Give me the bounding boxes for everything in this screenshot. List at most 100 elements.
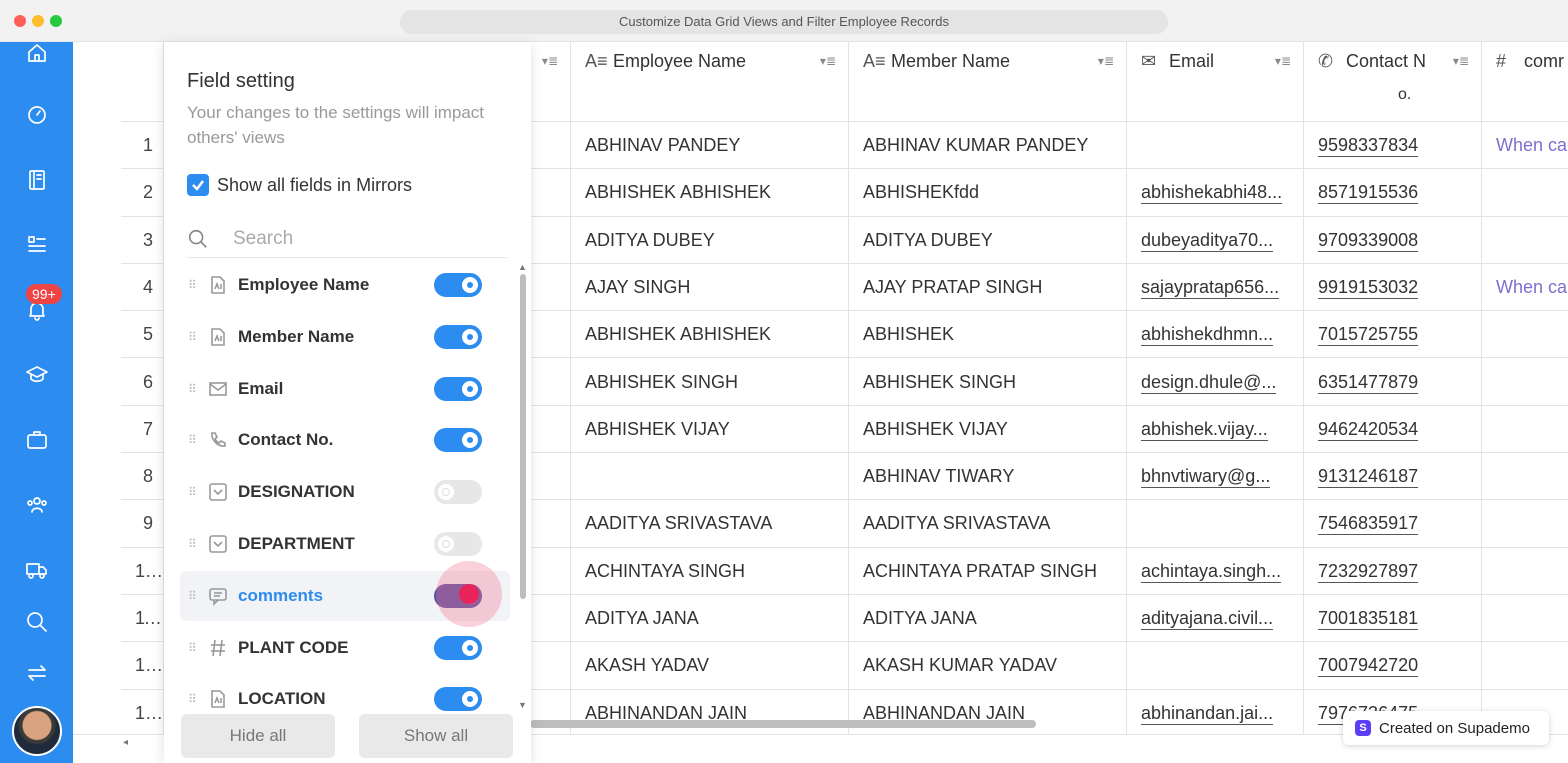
hide-all-button[interactable]: Hide all [181, 714, 335, 758]
field-visibility-toggle[interactable] [434, 480, 482, 505]
email-header[interactable]: ✉ Email ▾≣ [1127, 42, 1303, 122]
table-cell[interactable]: ABHISHEK VIJAY [849, 406, 1126, 454]
table-cell[interactable]: 3 [121, 217, 163, 264]
briefcase-icon[interactable] [22, 425, 52, 455]
field-visibility-toggle[interactable] [434, 273, 482, 297]
field-visibility-toggle[interactable] [434, 532, 482, 556]
table-cell[interactable]: abhishek.vijay... [1127, 406, 1303, 454]
drag-handle-icon[interactable]: ⠿ [188, 485, 202, 499]
table-cell[interactable]: dubeyaditya70... [1127, 217, 1303, 264]
table-cell[interactable]: 2 [121, 169, 163, 217]
table-cell[interactable] [1482, 642, 1568, 690]
show-all-mirrors-row[interactable]: Show all fields in Mirrors [187, 174, 412, 196]
table-cell[interactable] [1482, 548, 1568, 595]
field-visibility-toggle[interactable] [434, 635, 482, 660]
table-cell[interactable]: 13 [121, 690, 163, 734]
table-cell[interactable]: 7001835181 [1304, 595, 1481, 643]
table-cell[interactable]: sajaypratap656... [1127, 264, 1303, 312]
table-cell[interactable]: 4 [121, 264, 163, 312]
table-cell[interactable]: ABHINAV PANDEY [571, 122, 848, 170]
truck-icon[interactable] [22, 555, 52, 585]
table-cell[interactable]: ABHISHEK [849, 311, 1126, 359]
minimize-window-button[interactable] [32, 15, 44, 27]
column-menu-icon[interactable]: ▾≣ [820, 54, 836, 68]
user-avatar[interactable] [12, 706, 62, 756]
table-cell[interactable]: 12 [121, 642, 163, 690]
table-cell[interactable]: 5 [121, 311, 163, 359]
table-cell[interactable]: When ca [1482, 264, 1568, 312]
column-menu-icon[interactable]: ▾≣ [1275, 54, 1291, 68]
drag-handle-icon[interactable]: ⠿ [188, 278, 202, 292]
table-cell[interactable]: ABHISHEK SINGH [849, 359, 1126, 406]
table-cell[interactable]: bhnvtiwary@g... [1127, 453, 1303, 501]
table-cell[interactable] [1482, 453, 1568, 501]
table-cell[interactable] [1482, 169, 1568, 217]
table-cell[interactable]: 9462420534 [1304, 406, 1481, 454]
book-icon[interactable] [22, 165, 52, 195]
table-cell[interactable] [1127, 122, 1303, 170]
drag-handle-icon[interactable]: ⠿ [188, 382, 202, 396]
column-menu-icon[interactable]: ▾≣ [1098, 54, 1114, 68]
show-all-mirrors-checkbox[interactable] [187, 174, 209, 196]
swap-arrows-icon[interactable] [22, 658, 52, 688]
table-cell[interactable]: abhishekdhmn... [1127, 311, 1303, 359]
table-cell[interactable]: 6351477879 [1304, 359, 1481, 406]
table-cell[interactable]: 6 [121, 359, 163, 406]
table-cell[interactable]: ACHINTAYA PRATAP SINGH [849, 548, 1126, 595]
drag-handle-icon[interactable]: ⠿ [188, 641, 202, 655]
table-cell[interactable]: ABHISHEK ABHISHEK [571, 169, 848, 217]
table-cell[interactable]: ADITYA DUBEY [571, 217, 848, 264]
table-cell[interactable]: abhishekabhi48... [1127, 169, 1303, 217]
field-row[interactable]: ⠿ DESIGNATION [180, 467, 510, 517]
supademo-watermark[interactable]: S Created on Supademo [1343, 711, 1549, 745]
table-cell[interactable] [1482, 595, 1568, 643]
drag-handle-icon[interactable]: ⠿ [188, 537, 202, 551]
contact-header[interactable]: ✆ Contact N ▾≣ o. [1304, 42, 1481, 122]
table-cell[interactable]: 9919153032 [1304, 264, 1481, 312]
table-cell[interactable]: 7015725755 [1304, 311, 1481, 359]
table-cell[interactable]: ABHISHEK VIJAY [571, 406, 848, 454]
table-cell[interactable]: ADITYA JANA [571, 595, 848, 643]
table-cell[interactable]: 8 [121, 453, 163, 501]
table-cell[interactable]: AADITYA SRIVASTAVA [849, 500, 1126, 548]
scroll-left-arrow[interactable]: ◂ [123, 737, 128, 748]
table-cell[interactable]: 9709339008 [1304, 217, 1481, 264]
table-cell[interactable]: 9131246187 [1304, 453, 1481, 501]
maximize-window-button[interactable] [50, 15, 62, 27]
column-menu-icon[interactable]: ▾≣ [542, 54, 558, 68]
table-cell[interactable]: AADITYA SRIVASTAVA [571, 500, 848, 548]
table-cell[interactable]: ADITYA DUBEY [849, 217, 1126, 264]
table-cell[interactable]: ACHINTAYA SINGH [571, 548, 848, 595]
people-icon[interactable] [22, 490, 52, 520]
table-cell[interactable]: ABHINAV KUMAR PANDEY [849, 122, 1126, 170]
scroll-down-arrow[interactable]: ▼ [518, 700, 527, 710]
field-visibility-toggle[interactable] [434, 376, 482, 401]
show-all-button[interactable]: Show all [359, 714, 513, 758]
table-cell[interactable]: ABHISHEK ABHISHEK [571, 311, 848, 359]
table-cell[interactable]: 1 [121, 122, 163, 170]
dashboard-icon[interactable] [22, 100, 52, 130]
close-window-button[interactable] [14, 15, 26, 27]
table-cell[interactable]: 7 [121, 406, 163, 454]
table-cell[interactable]: AKASH YADAV [571, 642, 848, 690]
table-cell[interactable]: ABHISHEKfdd [849, 169, 1126, 217]
search-icon[interactable] [22, 607, 52, 637]
table-cell[interactable]: AJAY SINGH [571, 264, 848, 312]
horizontal-scrollbar[interactable] [530, 720, 1036, 728]
field-visibility-toggle[interactable] [434, 428, 482, 453]
field-row[interactable]: ⠿ Email [180, 364, 510, 414]
field-visibility-toggle[interactable] [434, 687, 482, 712]
drag-handle-icon[interactable]: ⠿ [188, 433, 202, 447]
table-cell[interactable]: ADITYA JANA [849, 595, 1126, 643]
table-cell[interactable]: ABHINAV TIWARY [849, 453, 1126, 501]
drag-handle-icon[interactable]: ⠿ [188, 589, 202, 603]
table-cell[interactable]: ABHISHEK SINGH [571, 359, 848, 406]
field-row[interactable]: ⠿ PLANT CODE [180, 623, 510, 673]
graduation-cap-icon[interactable] [22, 360, 52, 390]
table-cell[interactable]: adityajana.civil... [1127, 595, 1303, 643]
table-cell[interactable] [1127, 500, 1303, 548]
table-cell[interactable]: 9 [121, 500, 163, 548]
employee-name-header[interactable]: A≡ Employee Name ▾≣ [571, 42, 848, 122]
table-cell[interactable]: 8571915536 [1304, 169, 1481, 217]
field-visibility-toggle[interactable] [434, 324, 482, 349]
